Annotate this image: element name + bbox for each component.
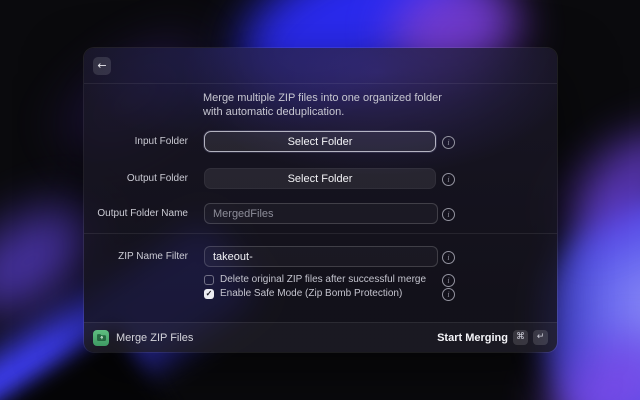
safe-mode-info-icon[interactable]: i <box>442 288 455 301</box>
input-folder-label: Input Folder <box>134 136 188 147</box>
titlebar: ← <box>84 48 557 84</box>
start-merging-button[interactable]: Start Merging <box>437 332 508 344</box>
safe-mode-label: Enable Safe Mode (Zip Bomb Protection) <box>220 288 403 299</box>
delete-originals-checkbox[interactable] <box>204 275 214 285</box>
description-text: Merge multiple ZIP files into one organi… <box>203 92 442 118</box>
output-folder-info-icon[interactable]: i <box>442 173 455 186</box>
footer-bar: Merge ZIP Files Start Merging ⌘ ↵ <box>84 322 557 352</box>
wallpaper-purple-streak-right <box>548 113 640 257</box>
zip-name-filter-input[interactable] <box>204 246 438 267</box>
footer-app-name: Merge ZIP Files <box>116 331 194 344</box>
command-key-icon[interactable]: ⌘ <box>513 330 528 345</box>
output-folder-name-input[interactable] <box>204 203 438 224</box>
output-folder-select-button[interactable]: Select Folder <box>204 168 436 189</box>
back-button[interactable]: ← <box>93 57 111 75</box>
zip-name-filter-label: ZIP Name Filter <box>118 251 188 262</box>
delete-originals-info-icon[interactable]: i <box>442 274 455 287</box>
delete-originals-label: Delete original ZIP files after successf… <box>220 274 427 285</box>
input-folder-info-icon[interactable]: i <box>442 136 455 149</box>
zip-name-filter-info-icon[interactable]: i <box>442 251 455 264</box>
input-folder-select-button[interactable]: Select Folder <box>204 131 436 152</box>
output-folder-name-info-icon[interactable]: i <box>442 208 455 221</box>
folder-icon <box>96 334 106 341</box>
merge-zip-app-icon <box>93 329 109 346</box>
safe-mode-checkbox[interactable]: ✓ <box>204 289 214 299</box>
output-folder-label: Output Folder <box>126 173 188 184</box>
merge-zip-window: ← Merge multiple ZIP files into one orga… <box>84 48 557 352</box>
footer-actions: Start Merging ⌘ ↵ <box>437 330 548 345</box>
output-folder-name-label: Output Folder Name <box>97 208 188 219</box>
desktop-background: ← Merge multiple ZIP files into one orga… <box>0 0 640 400</box>
return-key-icon[interactable]: ↵ <box>533 330 548 345</box>
section-divider <box>84 233 557 234</box>
